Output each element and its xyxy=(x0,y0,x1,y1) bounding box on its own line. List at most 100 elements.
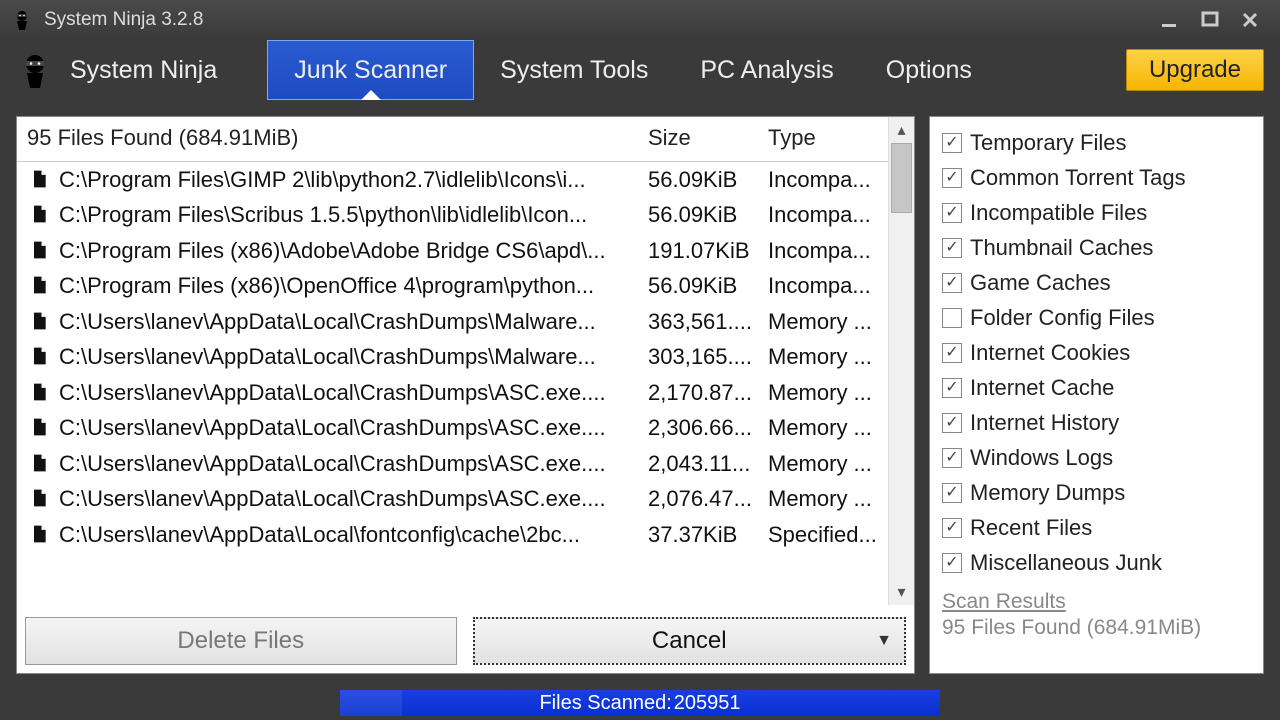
checkbox[interactable] xyxy=(942,448,962,468)
file-size: 2,076.47... xyxy=(638,486,758,512)
file-icon xyxy=(29,524,51,546)
file-row[interactable]: C:\Users\lanev\AppData\Local\CrashDumps\… xyxy=(17,340,888,376)
file-path: C:\Users\lanev\AppData\Local\CrashDumps\… xyxy=(59,344,638,370)
file-row[interactable]: C:\Program Files (x86)\OpenOffice 4\prog… xyxy=(17,269,888,305)
scan-progress: Files Scanned: 205951 xyxy=(340,690,940,716)
brand-icon xyxy=(10,40,60,100)
tab-junk-scanner[interactable]: Junk Scanner xyxy=(267,40,474,100)
file-row[interactable]: C:\Users\lanev\AppData\Local\CrashDumps\… xyxy=(17,375,888,411)
file-size: 2,043.11... xyxy=(638,451,758,477)
category-item[interactable]: Game Caches xyxy=(942,265,1251,300)
file-type: Specified... xyxy=(758,522,888,548)
maximize-button[interactable] xyxy=(1190,0,1230,40)
status-label: Files Scanned: xyxy=(539,692,671,715)
tab-pc-analysis[interactable]: PC Analysis xyxy=(674,40,859,100)
file-type: Incompa... xyxy=(758,202,888,228)
content-area: 95 Files Found (684.91MiB) Size Type C:\… xyxy=(0,100,1280,690)
category-item[interactable]: Incompatible Files xyxy=(942,195,1251,230)
categories-panel: Temporary Files Common Torrent Tags Incomp… xyxy=(929,116,1264,674)
category-item[interactable]: Recent Files xyxy=(942,510,1251,545)
files-found-label: 95 Files Found (684.91MiB) xyxy=(17,117,638,161)
file-icon xyxy=(29,169,51,191)
category-label: Folder Config Files xyxy=(970,305,1155,331)
tab-system-tools[interactable]: System Tools xyxy=(474,40,674,100)
file-size: 303,165.... xyxy=(638,344,758,370)
checkbox[interactable] xyxy=(942,378,962,398)
main-tabs: System Ninja Junk Scanner System Tools P… xyxy=(0,40,1280,100)
file-row[interactable]: C:\Users\lanev\AppData\Local\CrashDumps\… xyxy=(17,446,888,482)
checkbox[interactable] xyxy=(942,413,962,433)
checkbox[interactable] xyxy=(942,343,962,363)
file-row[interactable]: C:\Users\lanev\AppData\Local\fontconfig\… xyxy=(17,517,888,553)
file-row[interactable]: C:\Users\lanev\AppData\Local\CrashDumps\… xyxy=(17,482,888,518)
file-icon xyxy=(29,346,51,368)
category-item[interactable]: Internet History xyxy=(942,405,1251,440)
file-row[interactable]: C:\Program Files\GIMP 2\lib\python2.7\id… xyxy=(17,162,888,198)
file-size: 2,306.66... xyxy=(638,415,758,441)
category-item[interactable]: Miscellaneous Junk xyxy=(942,545,1251,580)
file-size: 2,170.87... xyxy=(638,380,758,406)
file-row[interactable]: C:\Users\lanev\AppData\Local\CrashDumps\… xyxy=(17,304,888,340)
file-path: C:\Users\lanev\AppData\Local\CrashDumps\… xyxy=(59,486,638,512)
file-path: C:\Users\lanev\AppData\Local\fontconfig\… xyxy=(59,557,638,560)
file-size: 56.09KiB xyxy=(638,167,758,193)
checkbox[interactable] xyxy=(942,133,962,153)
file-icon xyxy=(29,559,51,560)
file-row[interactable]: C:\Users\lanev\AppData\Local\fontconfig\… xyxy=(17,553,888,561)
file-type: Memory ... xyxy=(758,486,888,512)
checkbox[interactable] xyxy=(942,553,962,573)
category-label: Common Torrent Tags xyxy=(970,165,1186,191)
upgrade-button[interactable]: Upgrade xyxy=(1126,49,1264,91)
scroll-up-icon[interactable]: ▴ xyxy=(889,117,914,143)
checkbox[interactable] xyxy=(942,168,962,188)
category-item[interactable]: Memory Dumps xyxy=(942,475,1251,510)
file-type: Specified... xyxy=(758,557,888,560)
file-icon xyxy=(29,382,51,404)
file-row[interactable]: C:\Program Files (x86)\Adobe\Adobe Bridg… xyxy=(17,233,888,269)
scroll-down-icon[interactable]: ▾ xyxy=(889,579,914,605)
checkbox[interactable] xyxy=(942,273,962,293)
file-rows: C:\Program Files\GIMP 2\lib\python2.7\id… xyxy=(17,162,888,560)
cancel-scan-button[interactable]: Cancel ▼ xyxy=(473,617,907,665)
checkbox[interactable] xyxy=(942,308,962,328)
file-icon xyxy=(29,488,51,510)
titlebar[interactable]: System Ninja 3.2.8 xyxy=(0,0,1280,40)
minimize-button[interactable] xyxy=(1150,0,1190,40)
column-header-type[interactable]: Type xyxy=(758,117,888,161)
category-label: Internet Cache xyxy=(970,375,1114,401)
category-item[interactable]: Internet Cookies xyxy=(942,335,1251,370)
category-item[interactable]: Internet Cache xyxy=(942,370,1251,405)
column-header-size[interactable]: Size xyxy=(638,117,758,161)
file-list-scrollbar[interactable]: ▴ ▾ xyxy=(888,117,914,605)
delete-files-button[interactable]: Delete Files xyxy=(25,617,457,665)
file-list-header[interactable]: 95 Files Found (684.91MiB) Size Type xyxy=(17,117,888,162)
file-row[interactable]: C:\Users\lanev\AppData\Local\CrashDumps\… xyxy=(17,411,888,447)
window-title: System Ninja 3.2.8 xyxy=(44,9,1150,31)
category-item[interactable]: Thumbnail Caches xyxy=(942,230,1251,265)
file-type: Incompa... xyxy=(758,273,888,299)
category-label: Windows Logs xyxy=(970,445,1113,471)
checkbox[interactable] xyxy=(942,518,962,538)
file-icon xyxy=(29,275,51,297)
file-path: C:\Program Files (x86)\Adobe\Adobe Bridg… xyxy=(59,238,638,264)
category-label: Game Caches xyxy=(970,270,1111,296)
category-item[interactable]: Folder Config Files xyxy=(942,300,1251,335)
tab-options[interactable]: Options xyxy=(860,40,998,100)
close-button[interactable] xyxy=(1230,0,1270,40)
app-window: System Ninja 3.2.8 System Ninja Junk Sca… xyxy=(0,0,1280,720)
category-item[interactable]: Windows Logs xyxy=(942,440,1251,475)
cancel-label: Cancel xyxy=(652,627,727,655)
file-type: Memory ... xyxy=(758,380,888,406)
file-path: C:\Users\lanev\AppData\Local\CrashDumps\… xyxy=(59,380,638,406)
scroll-thumb[interactable] xyxy=(891,143,912,213)
scan-results-header[interactable]: Scan Results xyxy=(942,590,1251,614)
status-bar: Files Scanned: 205951 xyxy=(0,690,1280,720)
checkbox[interactable] xyxy=(942,238,962,258)
checkbox[interactable] xyxy=(942,483,962,503)
file-row[interactable]: C:\Program Files\Scribus 1.5.5\python\li… xyxy=(17,198,888,234)
checkbox[interactable] xyxy=(942,203,962,223)
category-item[interactable]: Common Torrent Tags xyxy=(942,160,1251,195)
brand-label[interactable]: System Ninja xyxy=(60,40,267,100)
file-size: 363,561.... xyxy=(638,309,758,335)
category-item[interactable]: Temporary Files xyxy=(942,125,1251,160)
